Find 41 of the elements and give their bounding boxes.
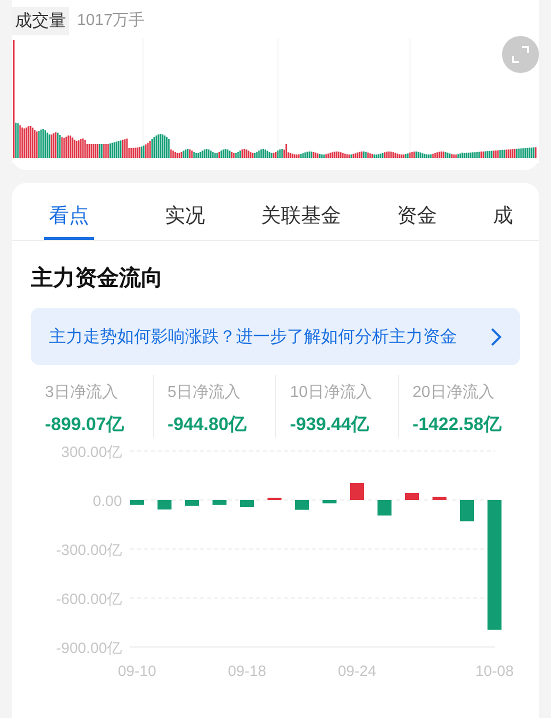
tab[interactable]: 成: [488, 183, 518, 240]
bar: [322, 500, 336, 504]
stat-label: 10日净流入: [290, 382, 372, 403]
axis-label: 09-10: [118, 663, 156, 680]
bar: [212, 500, 226, 505]
tab[interactable]: 看点: [44, 183, 94, 240]
axis-label: 10-08: [475, 663, 514, 680]
bar: [405, 492, 419, 500]
axis-label: -900.00亿: [56, 640, 122, 657]
bar: [295, 500, 309, 510]
stat-label: 3日净流入: [45, 382, 118, 403]
bar: [158, 500, 172, 510]
bar: [350, 483, 364, 500]
axis-label: 09-18: [228, 663, 266, 680]
stat-value: -1422.58亿: [412, 413, 502, 436]
volume-value: 1017万手: [77, 10, 145, 31]
tab[interactable]: 实况: [160, 183, 210, 240]
axis-label: -300.00亿: [56, 542, 122, 559]
chevron-right-icon: [490, 326, 502, 346]
axis-label: 09-24: [338, 663, 376, 680]
bar: [268, 498, 282, 500]
bar: [185, 500, 199, 506]
axis-label: 300.00亿: [61, 444, 122, 461]
tab[interactable]: 关联基金: [256, 183, 346, 240]
stat-label: 5日净流入: [168, 382, 240, 403]
stat-value: -944.80亿: [168, 413, 247, 436]
bar: [378, 500, 392, 516]
volume-label: 成交量: [12, 7, 69, 35]
stat-value: -899.07亿: [45, 413, 124, 436]
stat-value: -939.44亿: [290, 413, 370, 436]
info-banner[interactable]: 主力走势如何影响涨跌？进一步了解如何分析主力资金: [31, 308, 520, 365]
bar: [130, 500, 144, 505]
tab[interactable]: 资金: [392, 183, 442, 240]
expand-icon[interactable]: [502, 36, 539, 73]
axis-label: 0.00: [92, 493, 122, 510]
bar: [240, 500, 254, 508]
bar: [432, 496, 446, 500]
stat-label: 20日净流入: [412, 382, 494, 403]
axis-label: -600.00亿: [56, 591, 122, 608]
section-title: 主力资金流向: [31, 264, 164, 292]
bar: [460, 500, 474, 522]
